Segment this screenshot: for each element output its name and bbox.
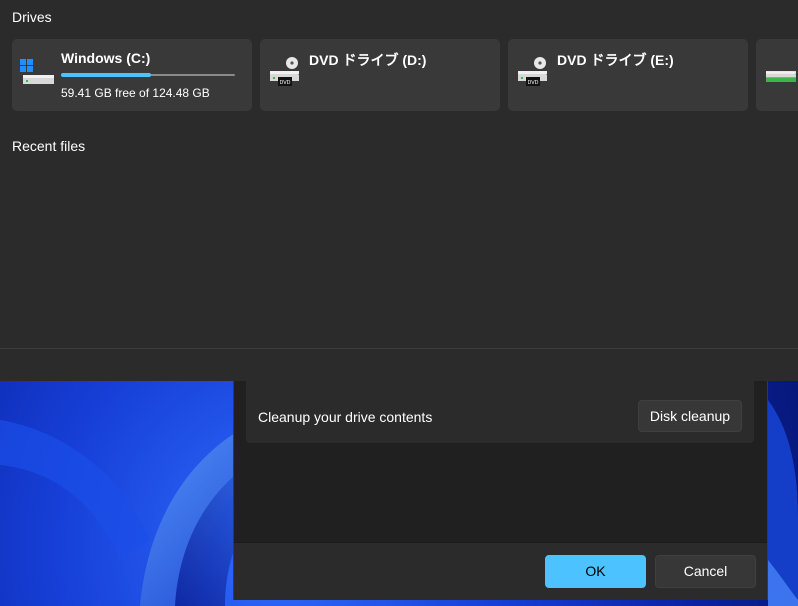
file-explorer-window: Drives Windows (C:) 59.41 GB free of 124…: [0, 0, 798, 381]
cancel-button[interactable]: Cancel: [655, 555, 756, 588]
svg-text:DVD: DVD: [279, 80, 290, 86]
svg-text:DVD: DVD: [527, 80, 538, 86]
drive-properties-dialog: Cleanup your drive contents Disk cleanup…: [233, 381, 768, 600]
drive-card-c[interactable]: Windows (C:) 59.41 GB free of 124.48 GB: [12, 39, 252, 111]
dvd-drive-icon: DVD: [518, 57, 547, 86]
cleanup-label: Cleanup your drive contents: [258, 409, 433, 425]
drives-heading: Drives: [12, 9, 52, 25]
cleanup-row: Cleanup your drive contents Disk cleanup: [246, 381, 754, 443]
dvd-drive-icon: DVD: [270, 57, 299, 86]
drive-card-d[interactable]: DVD DVD ドライブ (D:): [260, 39, 500, 111]
ok-button[interactable]: OK: [545, 555, 646, 588]
drive-name: Windows (C:): [61, 50, 151, 66]
drive-usage-fill: [61, 73, 152, 77]
dialog-footer: OK Cancel: [234, 542, 767, 600]
status-bar: [0, 348, 798, 381]
recent-files-heading: Recent files: [12, 138, 86, 154]
drive-icon: [766, 71, 796, 82]
drive-card-e[interactable]: DVD DVD ドライブ (E:): [508, 39, 748, 111]
disk-cleanup-button[interactable]: Disk cleanup: [638, 400, 742, 432]
drive-usage-bar: [61, 73, 235, 77]
drive-name: DVD ドライブ (D:): [309, 52, 427, 68]
drive-card-partial[interactable]: [756, 39, 798, 111]
drive-name: DVD ドライブ (E:): [557, 52, 674, 68]
windows-drive-icon: [20, 59, 54, 84]
drive-free-space: 59.41 GB free of 124.48 GB: [61, 86, 210, 100]
